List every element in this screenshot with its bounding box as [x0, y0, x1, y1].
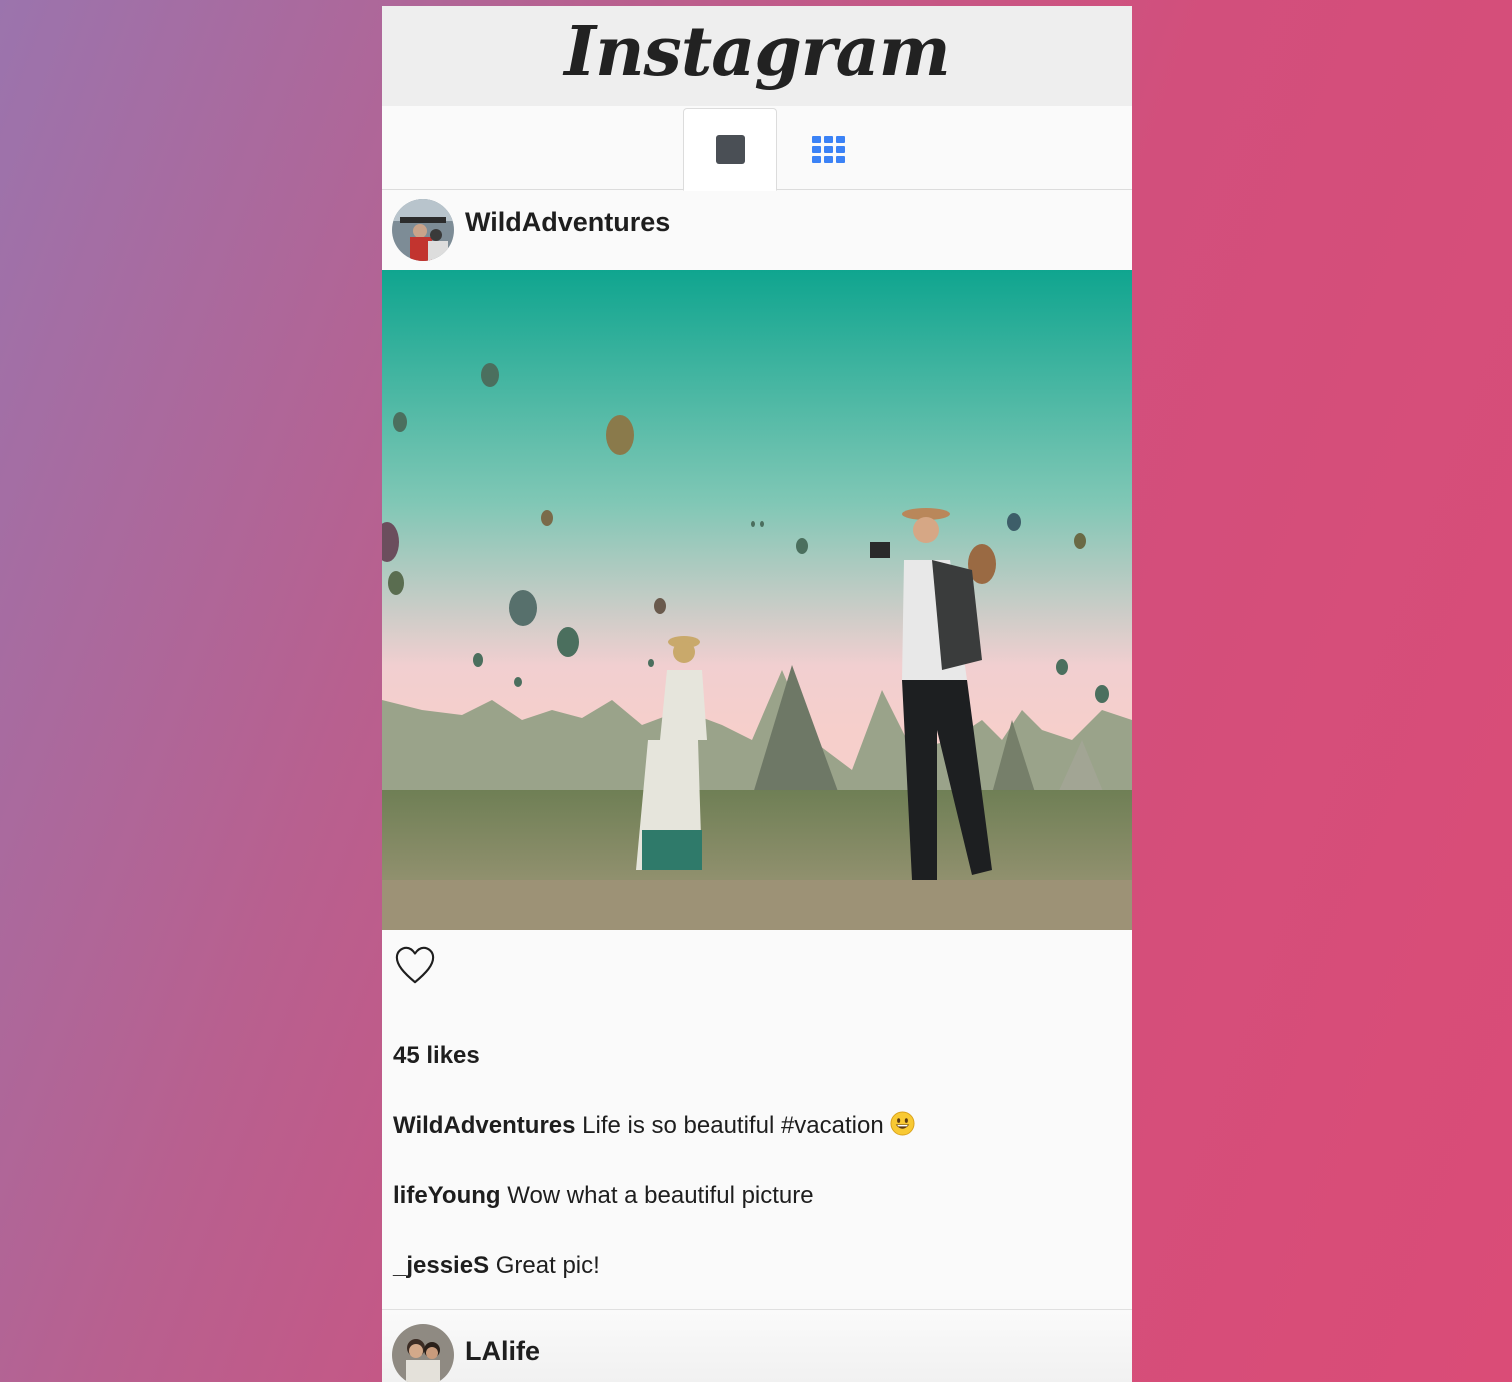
comment-user[interactable]: _jessieS — [393, 1252, 489, 1279]
avatar[interactable] — [392, 199, 454, 261]
heart-icon[interactable] — [394, 944, 436, 986]
likes-count: 45 likes — [393, 1042, 480, 1069]
comment: _jessieS Great pic! — [382, 1231, 1132, 1301]
phone-frame: Instagram WildAdventures 45 likes WildAd… — [382, 6, 1132, 1382]
avatar[interactable] — [392, 1324, 454, 1382]
app-header: Instagram — [382, 6, 1132, 106]
next-post-header: LAlife — [382, 1310, 1132, 1382]
grinning-face-emoji-icon — [890, 1111, 915, 1136]
post-actions — [382, 930, 1132, 1010]
comment-text: Great pic! — [495, 1252, 600, 1279]
caption-user[interactable]: WildAdventures — [393, 1112, 575, 1139]
comment: lifeYoung Wow what a beautiful picture — [382, 1161, 1132, 1231]
post-username[interactable]: WildAdventures — [465, 207, 670, 238]
tab-single-view[interactable] — [683, 108, 777, 191]
post-header: WildAdventures — [382, 190, 1132, 270]
comments-list: WildAdventures Life is so beautiful #vac… — [382, 1091, 1132, 1301]
next-post-username[interactable]: LAlife — [465, 1336, 540, 1367]
tab-grid-view[interactable] — [781, 108, 875, 190]
comment-user[interactable]: lifeYoung — [393, 1182, 501, 1209]
square-icon — [715, 135, 745, 164]
comment-text: Wow what a beautiful picture — [507, 1182, 814, 1209]
caption: WildAdventures Life is so beautiful #vac… — [382, 1091, 1132, 1161]
post-photo — [382, 270, 1132, 930]
view-tabs — [382, 106, 1132, 191]
grid-icon — [811, 135, 845, 163]
caption-text: Life is so beautiful #vacation — [582, 1112, 884, 1139]
instagram-logo: Instagram — [564, 12, 950, 92]
